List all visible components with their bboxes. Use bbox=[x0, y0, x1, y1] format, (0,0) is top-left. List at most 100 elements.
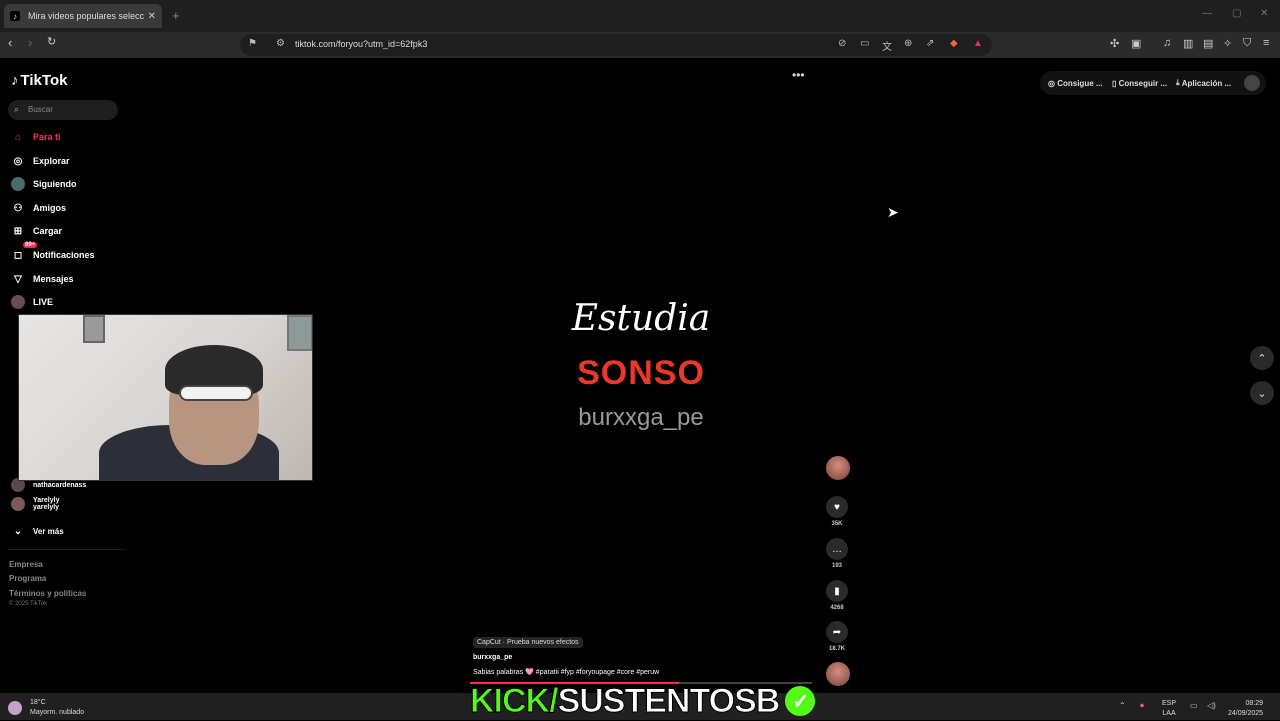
nav-item-notificaciones[interactable]: ◻ 99+ Notificaciones bbox=[11, 242, 95, 262]
clock[interactable]: 08:29 24/09/2025 bbox=[1228, 699, 1263, 719]
minimize-icon[interactable]: — bbox=[1202, 8, 1212, 19]
send-icon: ▽ bbox=[14, 273, 22, 285]
like-button[interactable]: ♥ 35K bbox=[826, 496, 848, 527]
wall-frame bbox=[83, 315, 105, 343]
next-video-button[interactable]: ⌄ bbox=[1250, 381, 1274, 405]
zoom-icon[interactable]: ⊕ bbox=[904, 38, 912, 49]
bookmark-icon[interactable]: ⚑ bbox=[248, 38, 257, 49]
tab-bar: ♪ Mira videos populares selecc ✕ + — ▢ ✕ bbox=[0, 0, 1280, 32]
video-word-1: Estudia bbox=[571, 298, 711, 339]
search-placeholder: Buscar bbox=[28, 105, 53, 114]
no-media-icon[interactable]: ⊘ bbox=[838, 38, 846, 49]
sidebar-icon[interactable]: ▥ bbox=[1183, 37, 1193, 50]
get-coins-button[interactable]: ◎ Consigue ... bbox=[1048, 76, 1103, 90]
previous-video-button[interactable]: ⌃ bbox=[1250, 346, 1274, 370]
save-button[interactable]: ▮ 4268 bbox=[826, 580, 848, 611]
footer-link[interactable]: Empresa bbox=[9, 560, 43, 569]
nav-item-cargar[interactable]: ⊞ Cargar bbox=[11, 224, 62, 238]
video-username[interactable]: burxxga_pe bbox=[473, 654, 512, 661]
back-icon[interactable]: ‹ bbox=[8, 35, 12, 50]
more-options-icon[interactable]: ••• bbox=[792, 68, 805, 82]
weather-text: 18°C Mayorm. nublado bbox=[30, 698, 84, 718]
nav-label: Mensajes bbox=[33, 274, 74, 284]
get-app-button[interactable]: ▯ Conseguir ... bbox=[1112, 76, 1167, 90]
microphone-icon[interactable]: ⏺ bbox=[1140, 701, 1144, 711]
see-more-label: Ver más bbox=[33, 526, 64, 536]
url-text[interactable]: tiktok.com/foryou?utm_id=62fpk3 bbox=[295, 39, 427, 49]
brave-shield-icon[interactable]: ◆ bbox=[950, 38, 958, 49]
nav-label: LIVE bbox=[33, 297, 54, 307]
site-settings-icon[interactable]: ⚙ bbox=[276, 38, 285, 49]
footer-link[interactable]: Programa bbox=[9, 574, 46, 583]
close-tab-icon[interactable]: ✕ bbox=[148, 11, 156, 22]
nav-label: Amigos bbox=[33, 203, 67, 213]
home-icon: ⌂ bbox=[14, 131, 22, 143]
kick-channel: SUSTENTOSB bbox=[557, 681, 781, 720]
pill-label: Aplicación ... bbox=[1181, 78, 1232, 88]
tray-chevron-icon[interactable]: ⌃ bbox=[1119, 701, 1126, 710]
kick-banner: KICK/ SUSTENTOSB ✓ bbox=[470, 681, 816, 720]
browser-tab[interactable]: ♪ Mira videos populares selecc ✕ bbox=[4, 4, 162, 28]
reload-icon[interactable]: ↻ bbox=[47, 35, 56, 48]
browser-toolbar: ‹ › ↻ ⚑ ⚙ tiktok.com/foryou?utm_id=62fpk… bbox=[0, 32, 1280, 58]
app-download-button[interactable]: ⤓ Aplicación ... bbox=[1176, 76, 1231, 90]
avatar bbox=[11, 497, 25, 511]
upload-icon: ⊞ bbox=[13, 225, 23, 237]
cast-icon[interactable]: ▭ bbox=[860, 38, 869, 49]
share-button[interactable]: ➦ 18.7K bbox=[826, 621, 848, 652]
comment-count: 193 bbox=[831, 563, 842, 569]
search-input[interactable]: ⌕ Buscar bbox=[8, 100, 118, 120]
friends-icon: ⚇ bbox=[13, 202, 23, 214]
window-close-icon[interactable]: ✕ bbox=[1260, 8, 1268, 19]
weather-widget[interactable]: 18°C Mayorm. nublado bbox=[8, 698, 84, 718]
volume-icon[interactable]: ◁) bbox=[1207, 701, 1216, 710]
footer-link[interactable]: Términos y políticas bbox=[9, 589, 86, 598]
verified-check-icon: ✓ bbox=[785, 686, 816, 716]
pill-label: Conseguir ... bbox=[1118, 78, 1168, 88]
vpn-icon[interactable]: ▤ bbox=[1203, 37, 1213, 50]
language-indicator[interactable]: ESP LAA bbox=[1162, 699, 1176, 719]
account-name: nathacardenass bbox=[33, 481, 87, 489]
sound-disc[interactable] bbox=[826, 662, 850, 686]
network-icon[interactable]: ▭ bbox=[1190, 701, 1198, 710]
weather-desc: Mayorm. nublado bbox=[30, 709, 85, 716]
extensions-icon[interactable]: ✣ bbox=[1110, 37, 1119, 50]
video-watermark: burxxga_pe bbox=[578, 404, 704, 431]
share-icon[interactable]: ⇗ bbox=[926, 38, 934, 49]
new-tab-icon[interactable]: + bbox=[172, 8, 180, 23]
profile-avatar[interactable] bbox=[1244, 75, 1260, 91]
nav-item-amigos[interactable]: ⚇ Amigos bbox=[11, 201, 67, 215]
following-account[interactable]: Yarelyly yarelyly bbox=[11, 497, 59, 511]
shield-icon[interactable]: ⛉ bbox=[1243, 37, 1251, 50]
nav-item-live[interactable]: LIVE bbox=[11, 295, 53, 309]
menu-icon[interactable]: ≡ bbox=[1263, 37, 1269, 49]
music-icon[interactable]: ♫ bbox=[1163, 37, 1171, 49]
address-bar[interactable]: ⚑ ⚙ tiktok.com/foryou?utm_id=62fpk3 ⊘ ▭ … bbox=[240, 34, 992, 56]
kick-label: KICK/ bbox=[470, 681, 560, 720]
creator-avatar[interactable] bbox=[826, 456, 850, 480]
nav-item-mensajes[interactable]: ▽ Mensajes bbox=[11, 272, 74, 286]
account-name: Yarelyly bbox=[33, 497, 60, 504]
see-more-button[interactable]: ⌄ Ver más bbox=[11, 524, 64, 538]
copyright: © 2025 TikTok bbox=[9, 601, 48, 607]
video-player[interactable]: ••• Estudia SONSO burxxga_pe CapCut · Pr… bbox=[470, 64, 812, 684]
leo-icon[interactable]: ✧ bbox=[1223, 37, 1232, 50]
translate-icon[interactable]: 文 bbox=[882, 38, 892, 53]
chevron-down-icon: ⌄ bbox=[13, 525, 23, 537]
compass-icon: ◎ bbox=[13, 155, 23, 167]
comment-button[interactable]: … 193 bbox=[826, 538, 848, 569]
nav-label: Siguiendo bbox=[33, 179, 77, 189]
brave-rewards-icon[interactable]: ▲ bbox=[973, 38, 983, 49]
wallet-icon[interactable]: ▣ bbox=[1131, 37, 1141, 50]
streamer-glasses bbox=[179, 385, 253, 401]
forward-icon[interactable]: › bbox=[28, 35, 32, 50]
nav-item-para-ti[interactable]: ⌂ Para ti bbox=[11, 130, 61, 144]
nav-item-siguiendo[interactable]: Siguiendo bbox=[11, 177, 77, 191]
nav-item-explorar[interactable]: ◎ Explorar bbox=[11, 154, 70, 168]
tiktok-logo[interactable]: ♪ TikTok bbox=[11, 72, 67, 89]
nav-label: Explorar bbox=[33, 156, 70, 166]
maximize-icon[interactable]: ▢ bbox=[1232, 8, 1241, 19]
save-count: 4268 bbox=[830, 605, 844, 611]
capcut-tag[interactable]: CapCut · Prueba nuevos efectos bbox=[473, 637, 583, 648]
temperature: 18°C bbox=[30, 699, 46, 706]
